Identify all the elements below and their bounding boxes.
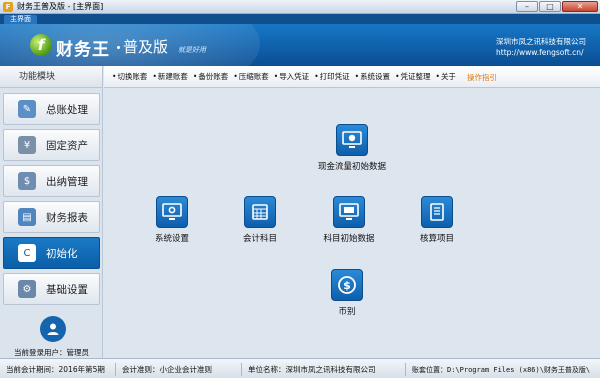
sidebar-item-label: 总账处理 [46, 103, 88, 116]
sidebar-item-initialize[interactable]: C 初始化 [3, 237, 100, 269]
window-title: 财务王普及版 - [主界面] [17, 2, 104, 11]
product-edition: 普及版 [123, 38, 169, 56]
status-location: 账套位置：D:\Program Files (x86)\财务王普及版\ [408, 363, 598, 376]
module-panel-header: 功能模块 [0, 66, 103, 88]
user-box: 当前登录用户：管理员 [0, 308, 103, 358]
status-company: 单位名称：深圳市凤之讯科技有限公司 [244, 363, 406, 376]
close-button[interactable]: ✕ [562, 1, 598, 12]
accounts-node[interactable]: 会计科目 [215, 196, 305, 244]
report-icon: ▤ [18, 208, 36, 226]
user-avatar-icon [40, 316, 66, 342]
sidebar-item-general-ledger[interactable]: ✎ 总账处理 [3, 93, 100, 125]
asset-icon: ¥ [18, 136, 36, 154]
accounting-items-label: 核算项目 [419, 234, 454, 244]
status-bar: 当前会计期间：2016年第5期 会计准则：小企业会计准则 单位名称：深圳市凤之讯… [0, 358, 600, 378]
calendar-icon [244, 196, 276, 228]
company-url[interactable]: http://www.fengsoft.cn/ [496, 47, 586, 58]
initial-data-label: 科目初始数据 [323, 234, 375, 244]
status-standard: 会计准则：小企业会计准则 [118, 363, 242, 376]
sidebar-item-fixed-assets[interactable]: ¥ 固定资产 [3, 129, 100, 161]
about-button[interactable]: 关于 [436, 71, 456, 82]
switch-book-button[interactable]: 切换账套 [112, 71, 147, 82]
cash-flow-node[interactable]: 现金流量初始数据 [304, 124, 400, 172]
sidebar-item-label: 财务报表 [46, 211, 88, 224]
company-info: 深圳市凤之讯科技有限公司 http://www.fengsoft.cn/ [496, 36, 586, 58]
backup-book-button[interactable]: 备份账套 [193, 71, 228, 82]
monitor-icon [336, 124, 368, 156]
product-name: 财务王 [56, 40, 110, 60]
sidebar-item-label: 固定资产 [46, 139, 88, 152]
currency-node[interactable]: $ 币别 [302, 269, 392, 317]
main-area: 现金流量初始数据 系统设置 会计科目 科目初始数据 核算项目 $ 币别 [104, 88, 600, 358]
current-user-label: 当前登录用户：管理员 [14, 348, 89, 357]
accounts-label: 会计科目 [242, 234, 277, 244]
accounting-items-node[interactable]: 核算项目 [392, 196, 482, 244]
settings-monitor-icon [156, 196, 188, 228]
banner: f 财务王 普及版 就是好用 深圳市凤之讯科技有限公司 http://www.f… [0, 24, 600, 66]
currency-label: 币别 [338, 307, 356, 317]
init-icon: C [18, 244, 36, 262]
operation-guide-link[interactable]: 操作指引 [467, 72, 497, 83]
sidebar-item-label: 基础设置 [46, 283, 88, 296]
logo-dot [117, 46, 120, 49]
new-book-button[interactable]: 新建账套 [152, 71, 188, 82]
gear-icon: ⚙ [18, 280, 36, 298]
sidebar-item-label: 出纳管理 [46, 175, 88, 188]
maximize-button[interactable]: □ [539, 1, 561, 12]
ledger-icon: ✎ [18, 100, 36, 118]
svg-text:$: $ [343, 279, 351, 292]
window-controls: – □ ✕ [516, 1, 598, 12]
document-icon [421, 196, 453, 228]
book-location-text: 账套位置：D:\Program Files (x86)\财务王普及版\ [412, 366, 591, 374]
sidebar-item-reports[interactable]: ▤ 财务报表 [3, 201, 100, 233]
system-settings-button[interactable]: 系统设置 [355, 71, 390, 82]
system-settings-label: 系统设置 [154, 234, 189, 244]
print-voucher-button[interactable]: 打印凭证 [314, 71, 350, 82]
product-slogan: 就是好用 [178, 46, 206, 54]
tab-main[interactable]: 主界面 [4, 15, 37, 24]
system-settings-node[interactable]: 系统设置 [127, 196, 217, 244]
sidebar-item-label: 初始化 [46, 247, 78, 260]
status-period: 当前会计期间：2016年第5期 [2, 363, 116, 376]
toolbar: 切换账套 新建账套 备份账套 压缩账套 导入凭证 打印凭证 系统设置 凭证整理 … [104, 66, 600, 88]
display-icon [333, 196, 365, 228]
compress-book-button[interactable]: 压缩账套 [233, 71, 269, 82]
cashier-icon: $ [18, 172, 36, 190]
import-voucher-button[interactable]: 导入凭证 [274, 71, 309, 82]
cash-flow-label: 现金流量初始数据 [317, 162, 386, 172]
title-bar: F 财务王普及版 - [主界面] – □ ✕ [0, 0, 600, 14]
company-name: 深圳市凤之讯科技有限公司 [496, 37, 586, 46]
initial-data-node[interactable]: 科目初始数据 [301, 196, 397, 244]
sidebar-item-basic-settings[interactable]: ⚙ 基础设置 [3, 273, 100, 305]
tab-strip: 主界面 [0, 14, 600, 24]
dollar-icon: $ [331, 269, 363, 301]
organize-voucher-button[interactable]: 凭证整理 [395, 71, 431, 82]
sidebar-item-cashier[interactable]: $ 出纳管理 [3, 165, 100, 197]
minimize-button[interactable]: – [516, 1, 538, 12]
logo-icon: f [30, 34, 52, 56]
app-icon: F [3, 1, 13, 12]
